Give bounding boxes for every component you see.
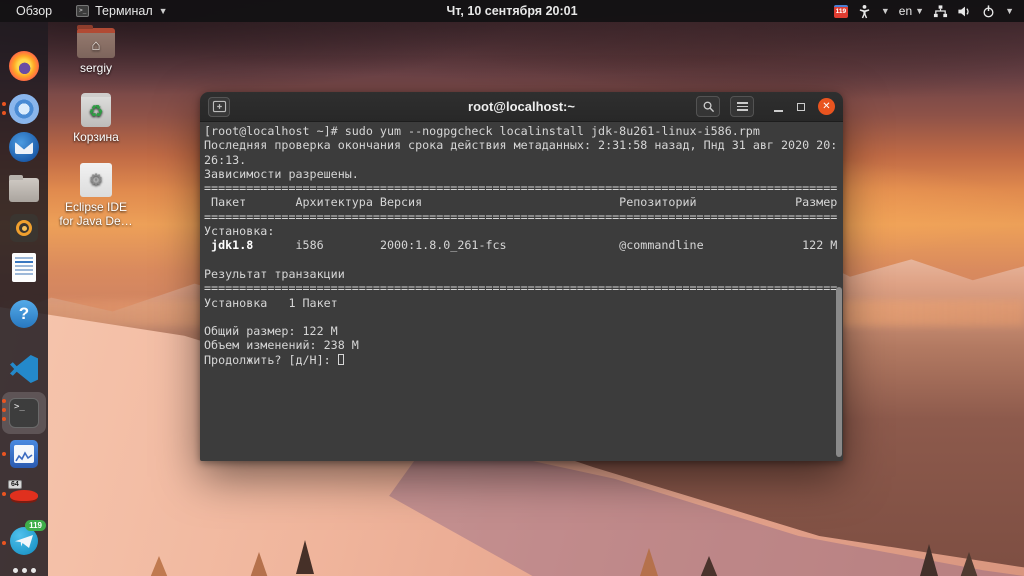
rhythmbox-icon: [10, 214, 38, 242]
minimize-button[interactable]: [772, 99, 784, 115]
dock: ? >_ 64 119: [0, 22, 48, 576]
dock-item-libreoffice-writer[interactable]: [0, 253, 48, 282]
dock-item-files[interactable]: [0, 174, 48, 202]
terminal-titlebar[interactable]: root@localhost:~ ✕: [200, 92, 843, 122]
wallpaper-tree: [250, 552, 268, 576]
wallpaper-tree: [920, 544, 938, 576]
power-icon[interactable]: [981, 4, 996, 19]
dock-item-redhat[interactable]: 64: [0, 478, 48, 508]
search-icon: [703, 101, 714, 113]
accessibility-chevron-icon[interactable]: ▼: [881, 6, 890, 16]
dock-item-help[interactable]: ?: [0, 300, 48, 328]
desktop-icon-label: sergiy: [79, 61, 112, 75]
running-indicator-dot: [2, 408, 6, 412]
installer-gear-icon: ⚙: [80, 163, 112, 197]
help-icon: ?: [10, 300, 38, 328]
terminal-icon: >_: [9, 398, 39, 428]
dock-item-system-monitor[interactable]: [0, 440, 48, 468]
mail-notification-badge[interactable]: 119: [833, 4, 848, 18]
dock-item-rhythmbox[interactable]: [0, 214, 48, 242]
top-bar: Обзор >_ Терминал ▼ Чт, 10 сентября 20:0…: [0, 0, 1024, 22]
terminal-window: root@localhost:~ ✕ [root@localhost ~]# s…: [200, 92, 843, 461]
running-indicator-dot: [2, 541, 6, 545]
redhat-icon: 64: [8, 478, 40, 508]
accessibility-icon[interactable]: [857, 4, 872, 19]
wallpaper-tree: [150, 556, 168, 576]
system-monitor-icon: [10, 440, 38, 468]
close-icon: ✕: [822, 100, 831, 112]
thunderbird-icon: [9, 132, 39, 162]
network-icon[interactable]: [933, 4, 948, 19]
running-indicator-dot: [2, 102, 6, 106]
maximize-button[interactable]: [794, 100, 808, 114]
desktop-icon-sergiy[interactable]: ⌂ sergiy: [51, 25, 141, 75]
desktop-icon-trash[interactable]: ♻ Корзина: [51, 93, 141, 144]
new-tab-button[interactable]: [208, 96, 230, 117]
home-folder-icon: ⌂: [77, 25, 115, 58]
trash-icon: ♻: [81, 93, 111, 127]
new-tab-icon: [212, 100, 226, 113]
dock-item-chromium[interactable]: [0, 94, 48, 124]
dock-item-telegram[interactable]: 119: [0, 520, 48, 555]
telegram-unread-badge: 119: [25, 520, 46, 531]
running-indicator-dot: [2, 452, 6, 456]
dock-item-show-applications[interactable]: [0, 568, 48, 576]
apps-grid-icon: [12, 568, 36, 576]
dock-item-firefox[interactable]: [0, 51, 48, 81]
files-icon: [9, 175, 39, 202]
language-chevron-icon: ▼: [915, 6, 925, 16]
scrollbar-thumb[interactable]: [836, 287, 842, 457]
wallpaper-tree: [640, 548, 658, 576]
dock-item-vscode[interactable]: [0, 355, 48, 383]
desktop-icon-label: for Java De…: [59, 214, 133, 228]
redhat-badge: 64: [8, 480, 22, 489]
dock-item-thunderbird[interactable]: [0, 132, 48, 162]
desktop-icon-label: Eclipse IDE: [64, 200, 128, 214]
hamburger-icon: [736, 102, 748, 111]
volume-icon[interactable]: [957, 4, 972, 19]
search-button[interactable]: [696, 96, 720, 117]
desktop-icon-eclipse-installer[interactable]: ⚙ Eclipse IDE for Java De…: [41, 163, 151, 228]
terminal-output[interactable]: [root@localhost ~]# sudo yum --nogpgchec…: [200, 122, 843, 460]
close-button[interactable]: ✕: [818, 98, 835, 115]
wallpaper-tree: [700, 556, 718, 576]
telegram-icon: 119: [10, 520, 46, 555]
running-indicator-dot: [2, 417, 6, 421]
running-indicator-dot: [2, 111, 6, 115]
wallpaper-tree: [296, 540, 314, 574]
system-menu-chevron-icon[interactable]: ▼: [1005, 6, 1014, 16]
menu-button[interactable]: [730, 96, 754, 117]
running-indicator-dot: [2, 492, 6, 496]
vscode-icon: [10, 355, 38, 383]
libreoffice-writer-icon: [12, 253, 36, 282]
running-indicator-dot: [2, 399, 6, 403]
language-indicator[interactable]: en ▼: [899, 4, 924, 18]
desktop-icon-label: Корзина: [73, 130, 119, 144]
terminal-cursor: [337, 353, 344, 365]
firefox-icon: [9, 51, 39, 81]
wallpaper-tree: [960, 552, 978, 576]
chromium-icon: [9, 94, 39, 124]
dock-item-terminal-active[interactable]: >_: [0, 392, 48, 434]
